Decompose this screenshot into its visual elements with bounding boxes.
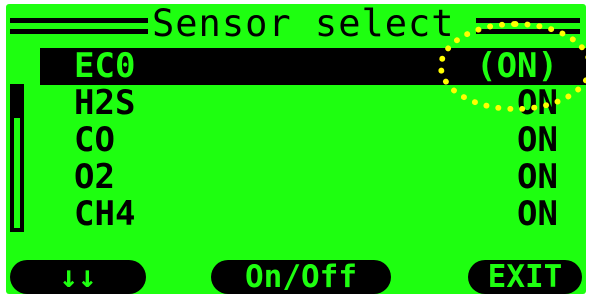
sensor-name: CH4 [74,194,136,234]
highlight-annotation [438,21,586,112]
sensor-row[interactable]: CO ON [40,122,586,159]
sensor-state: ON [517,157,558,197]
on-off-softkey[interactable]: On/Off [211,260,391,294]
sensor-name: CO [74,120,115,160]
down-softkey[interactable]: ↓↓ [10,260,146,294]
sensor-row[interactable]: CH4 ON [40,196,586,233]
page-title: Sensor select [152,4,455,45]
sensor-name: O2 [74,157,115,197]
sensor-row[interactable]: O2 ON [40,159,586,196]
lcd-screen: Sensor select EC0 (ON) H2S ON CO ON O2 O… [6,4,586,294]
title-left-lines [10,18,148,34]
sensor-state: ON [517,120,558,160]
exit-softkey[interactable]: EXIT [468,260,582,294]
sensor-name: H2S [74,83,136,123]
sensor-name: EC0 [74,46,136,86]
scroll-thumb[interactable] [14,88,20,118]
scrollbar[interactable] [10,84,24,232]
sensor-state: ON [517,194,558,234]
